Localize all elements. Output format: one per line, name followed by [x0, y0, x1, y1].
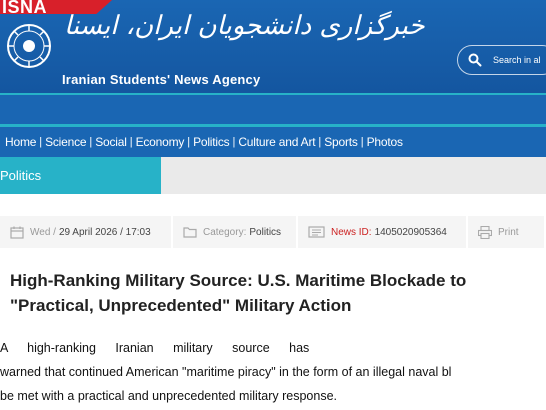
nav-separator: | — [89, 136, 93, 148]
meta-category: Category: Politics — [173, 216, 298, 248]
folder-icon — [183, 226, 197, 238]
article-body: A high-ranking Iranian military source h… — [0, 336, 546, 408]
nav-separator: | — [39, 136, 43, 148]
nav-item-social[interactable]: Social — [95, 135, 127, 149]
body-line-3: be met with a practical and unprecedente… — [0, 389, 337, 403]
meta-news-id: News ID: 1405020905364 — [298, 216, 468, 248]
isna-emblem-icon[interactable] — [6, 23, 52, 69]
header-band — [0, 93, 546, 127]
nav-separator: | — [232, 136, 236, 148]
nav-separator: | — [318, 136, 322, 148]
section-tab-politics[interactable]: Politics — [0, 157, 161, 194]
main-nav: Home | Science | Social | Economy | Poli… — [0, 127, 546, 157]
site-header: ISNA خبرگزاری دانشجویان ایران، ایسنا Ira… — [0, 0, 546, 93]
meta-category-value[interactable]: Politics — [249, 227, 281, 238]
news-id-icon — [308, 226, 325, 238]
nav-separator: | — [360, 136, 364, 148]
nav-separator: | — [187, 136, 191, 148]
search-input[interactable]: Search in al — [457, 45, 546, 75]
article-meta-bar: Wed / 29 April 2026 / 17:03 Category: Po… — [0, 216, 546, 248]
article-headline: High-Ranking Military Source: U.S. Marit… — [10, 268, 546, 318]
site-title-english[interactable]: Iranian Students' News Agency — [62, 72, 260, 87]
search-icon[interactable] — [468, 53, 482, 67]
print-button[interactable]: Print — [468, 216, 546, 248]
isna-brand[interactable]: ISNA — [2, 0, 47, 18]
nav-item-photos[interactable]: Photos — [367, 135, 403, 149]
nav-item-culture-and-art[interactable]: Culture and Art — [238, 135, 315, 149]
nav-item-politics[interactable]: Politics — [193, 135, 230, 149]
calendar-icon — [10, 226, 24, 239]
nav-item-home[interactable]: Home — [5, 135, 36, 149]
site-title-persian[interactable]: خبرگزاری دانشجویان ایران، ایسنا — [64, 11, 425, 41]
print-label: Print — [498, 226, 519, 238]
headline-line-1: High-Ranking Military Source: U.S. Marit… — [10, 271, 467, 290]
body-line-2: warned that continued American "maritime… — [0, 365, 452, 379]
nav-item-sports[interactable]: Sports — [324, 135, 358, 149]
nav-list: Home | Science | Social | Economy | Poli… — [5, 135, 403, 149]
nav-separator: | — [129, 136, 133, 148]
meta-news-id-value: 1405020905364 — [374, 226, 447, 238]
meta-category-label: Category: — [203, 226, 247, 238]
search-placeholder: Search in al — [493, 55, 541, 65]
section-label: Politics — [0, 168, 42, 183]
headline-line-2: "Practical, Unprecedented" Military Acti… — [10, 296, 352, 315]
meta-day: Wed / — [30, 226, 56, 238]
meta-date-value: 29 April 2026 / 17:03 — [58, 226, 151, 238]
body-line-1: A high-ranking Iranian military source h… — [0, 341, 310, 355]
meta-date: Wed / 29 April 2026 / 17:03 — [0, 216, 173, 248]
print-icon — [478, 225, 492, 239]
section-strip: Politics — [0, 157, 546, 194]
nav-item-science[interactable]: Science — [45, 135, 86, 149]
meta-news-id-label: News ID: — [331, 226, 372, 238]
nav-item-economy[interactable]: Economy — [136, 135, 185, 149]
